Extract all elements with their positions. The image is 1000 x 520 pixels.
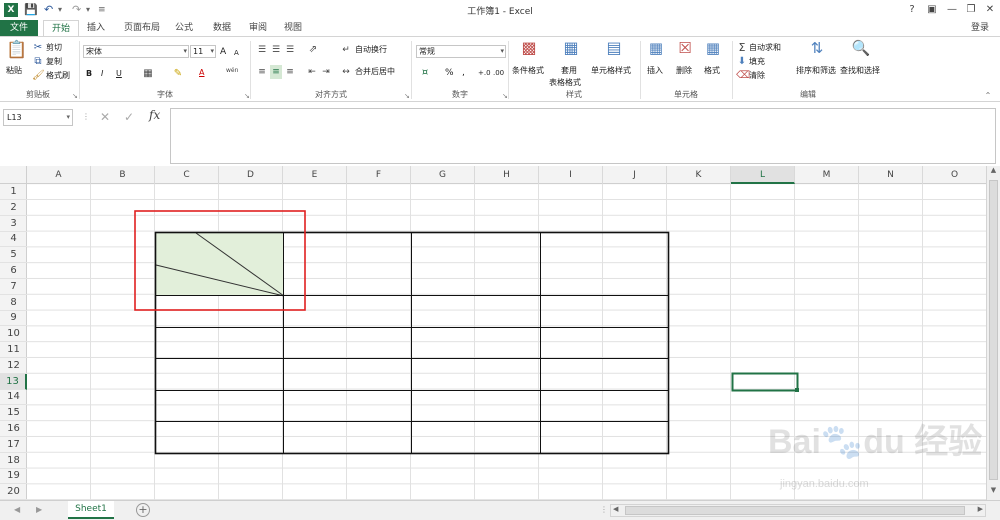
- fill-handle[interactable]: [795, 388, 799, 392]
- vertical-scroll-thumb[interactable]: [989, 180, 998, 480]
- horizontal-scroll-thumb[interactable]: [625, 506, 965, 515]
- prev-sheet-icon[interactable]: ◀: [14, 505, 20, 514]
- next-sheet-icon[interactable]: ▶: [36, 505, 42, 514]
- active-cell-l13[interactable]: [731, 372, 799, 392]
- sheet-tab-bar: ◀ ▶ Sheet1 + ⋮ ◀ ▶: [0, 500, 1000, 520]
- tab-split-grip-icon[interactable]: ⋮: [600, 505, 608, 514]
- horizontal-scrollbar[interactable]: ◀ ▶: [610, 504, 986, 517]
- add-sheet-icon[interactable]: +: [136, 503, 150, 517]
- scroll-up-icon[interactable]: ▲: [987, 166, 1000, 178]
- scroll-right-icon[interactable]: ▶: [978, 505, 983, 513]
- scroll-down-icon[interactable]: ▼: [987, 486, 1000, 498]
- header-cell-fill: [155, 232, 284, 296]
- scroll-left-icon[interactable]: ◀: [613, 505, 618, 513]
- select-all-corner[interactable]: [0, 166, 27, 184]
- sheet-tab-sheet1[interactable]: Sheet1: [68, 501, 114, 519]
- watermark-url: jingyan.baidu.com: [780, 478, 869, 490]
- vertical-scrollbar[interactable]: ▲ ▼: [986, 166, 1000, 500]
- excel-window: X 💾 ↶ ▾ ↷ ▾ ≡ 工作簿1 - Excel ? ▣ — ❐ ✕ 文件 …: [0, 0, 1000, 520]
- watermark-logo: Bai🐾du 经验: [768, 423, 983, 461]
